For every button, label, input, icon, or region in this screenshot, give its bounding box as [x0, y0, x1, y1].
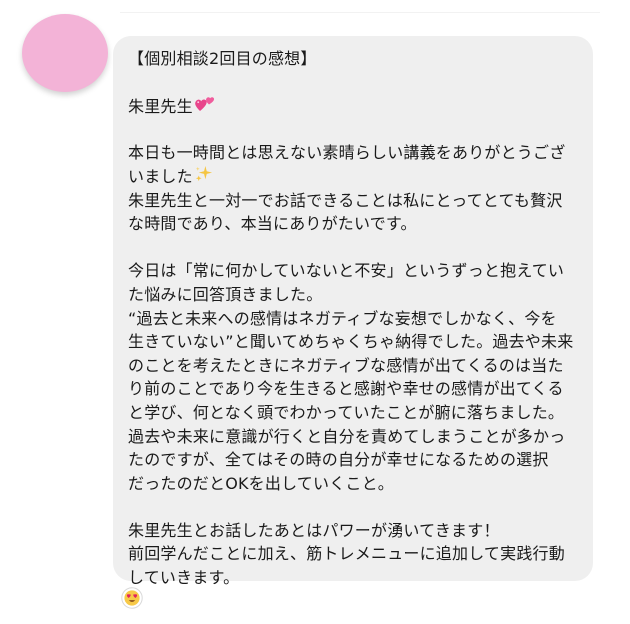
message-view: 【個別相談2回目の感想】 朱里先生 本日も一時間とは思えない素晴らしい講義をあり…: [0, 0, 630, 624]
message-line: 朱里先生と一対一でお話できることは私にとってとても贅沢: [128, 190, 563, 210]
message-line: いました: [128, 165, 579, 189]
heart-eyes-reaction-icon[interactable]: [121, 587, 143, 609]
sparkles-icon: [194, 165, 213, 191]
message-heading: 【個別相談2回目の感想】: [128, 49, 317, 68]
message-line: 本日も一時間とは思えない素晴らしい講義をありがとうござ: [128, 143, 566, 163]
message-line: 前回学んだことに加え、筋トレメニューに追加して実践行動: [128, 544, 565, 564]
message-line-text: いました: [128, 166, 193, 186]
two-hearts-icon: [194, 94, 216, 121]
message-line: “過去と未来への感情はネガティブな妄想でしかなく、今を: [128, 308, 557, 328]
message-line: していきます。: [128, 568, 240, 588]
greeting-text: 朱里先生: [128, 97, 193, 117]
avatar[interactable]: [22, 14, 108, 92]
message-bubble[interactable]: 【個別相談2回目の感想】 朱里先生 本日も一時間とは思えない素晴らしい講義をあり…: [113, 36, 593, 587]
message-line: と学び、何となく頭でわかっていたことが腑に落ちました。: [128, 402, 565, 422]
message-line: 生きていない”と聞いてめちゃくちゃ納得でした。過去や未来: [128, 332, 574, 352]
message-line: 朱里先生とお話したあとはパワーが湧いてきます！: [128, 520, 500, 540]
message-line: た悩みに回答頂きました。: [128, 284, 323, 304]
message-line: な時間であり、本当にありがたいです。: [128, 214, 417, 234]
message-line: り前のことであり今を生きると感謝や幸せの感情が出てくる: [128, 379, 564, 399]
greeting-line: 朱里先生: [128, 94, 579, 118]
message-line: 今日は「常に何かしていないと不安」というずっと抱えてい: [128, 261, 565, 281]
message-line: だったのだとOKを出していくこと。: [128, 473, 395, 493]
divider: [120, 12, 600, 13]
message-line: たのですが、全てはその時の自分が幸せになるための選択: [128, 450, 549, 470]
message-line: のことを考えたときにネガティブな感情が出てくるのは当た: [128, 355, 564, 375]
message-line: 過去や未来に意識が行くと自分を責めてしまうことが多かっ: [128, 426, 566, 446]
